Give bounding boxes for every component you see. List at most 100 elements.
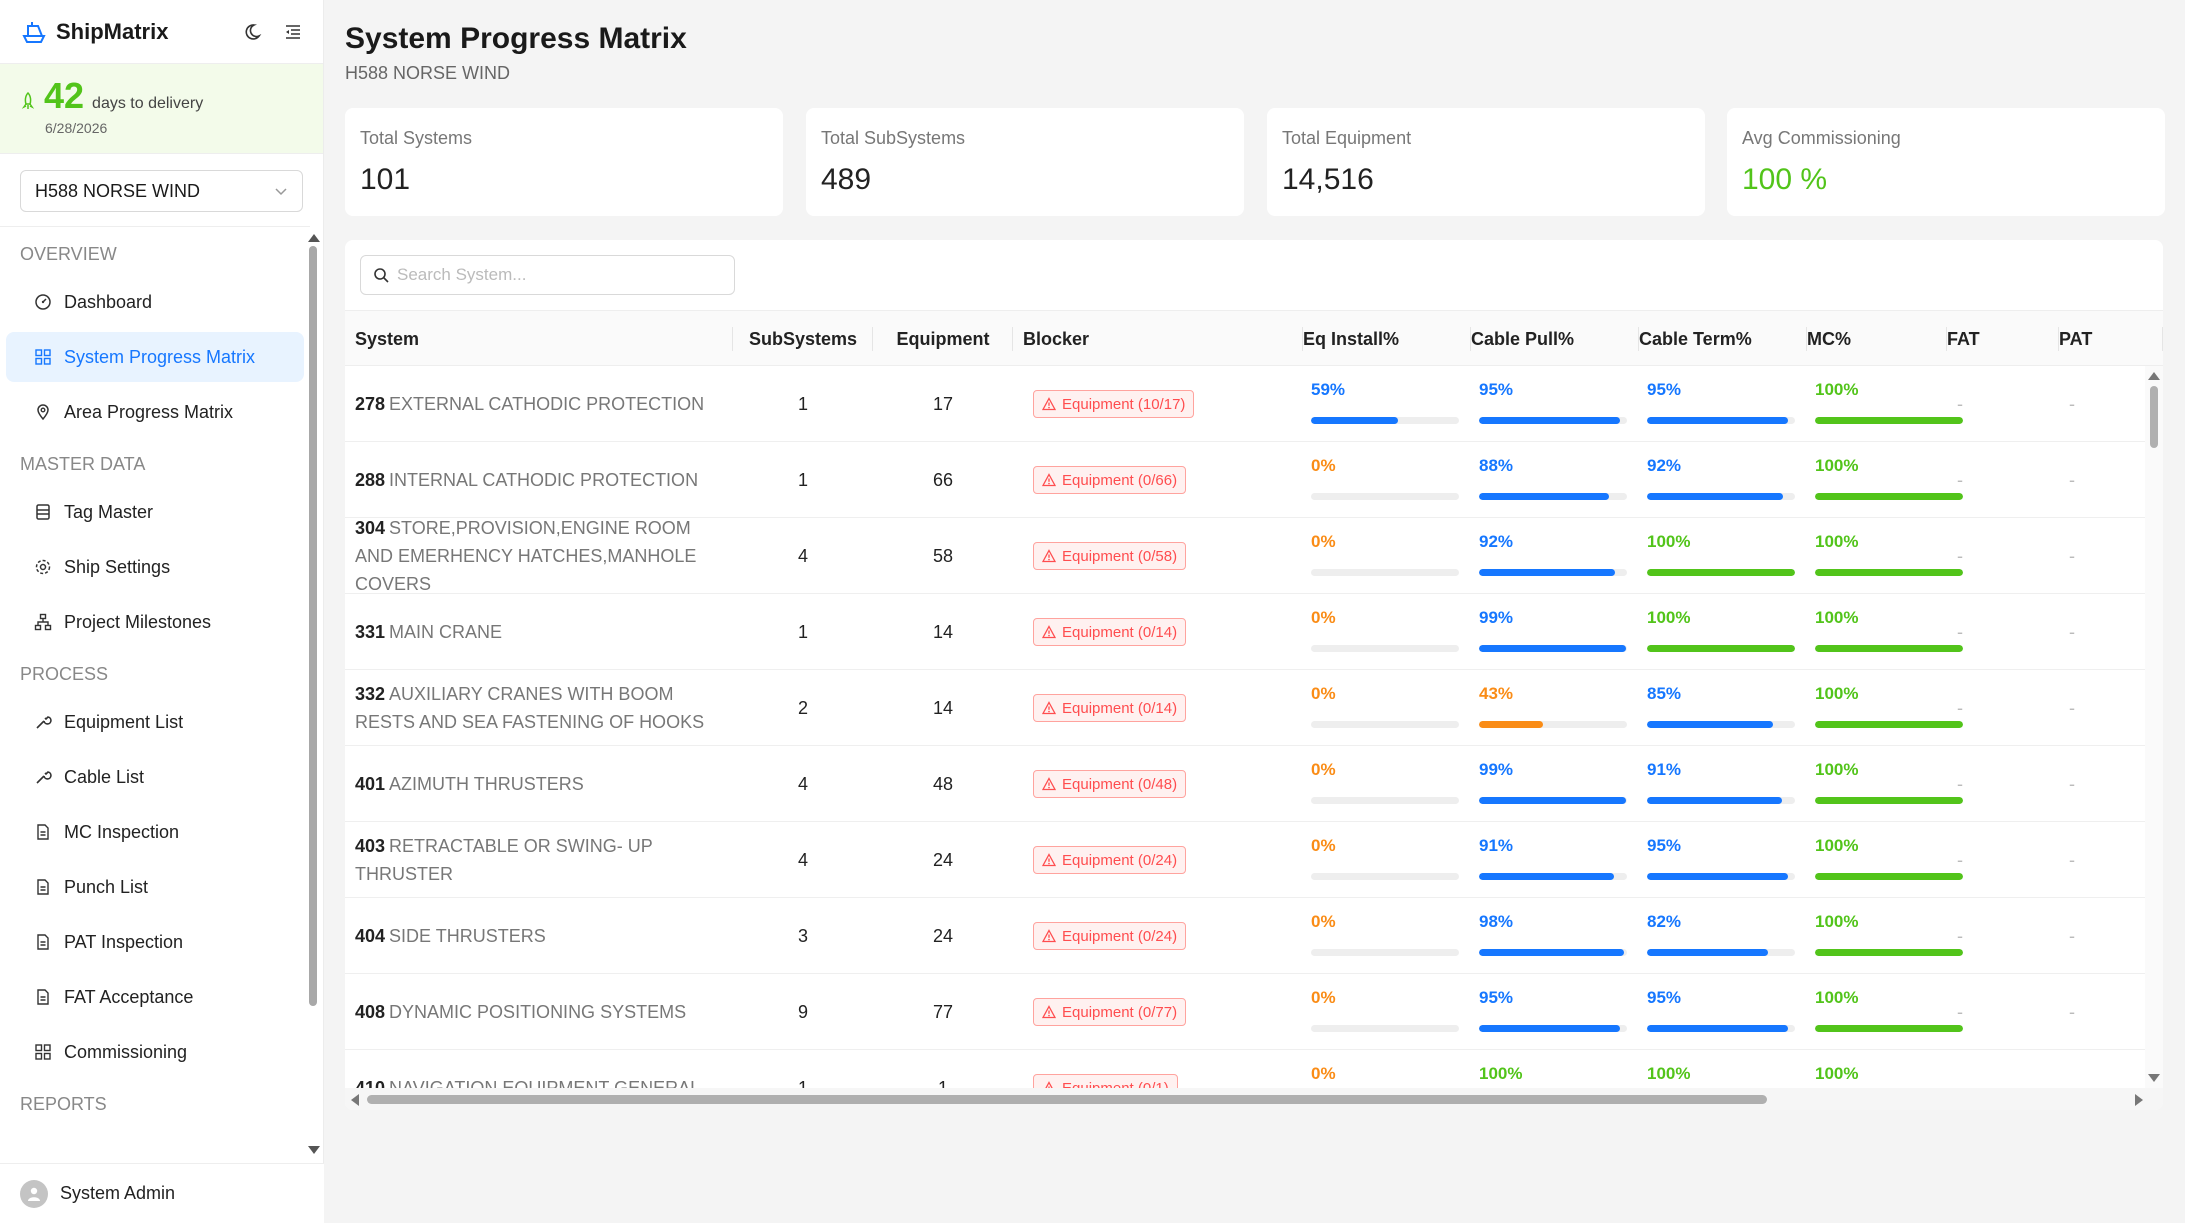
sidebar-item-system-progress-matrix[interactable]: System Progress Matrix xyxy=(6,332,304,382)
sidebar-item-label: Ship Settings xyxy=(64,556,171,577)
search-input[interactable]: Search System... xyxy=(360,255,735,295)
col-header-blocker[interactable]: Blocker xyxy=(1023,311,1303,367)
eq-install-progress-bar xyxy=(1311,873,1459,880)
system-cell: 404 SIDE THRUSTERS xyxy=(355,898,720,974)
sidebar-scrollbar[interactable] xyxy=(306,226,320,1160)
col-header-cable-pull[interactable]: Cable Pull% xyxy=(1471,311,1639,367)
table-row[interactable]: 332 AUXILIARY CRANES WITH BOOM RESTS AND … xyxy=(345,670,2145,746)
table-vertical-scrollbar[interactable] xyxy=(2145,366,2163,1088)
col-header-subsystems[interactable]: SubSystems xyxy=(733,311,873,367)
sidebar-item-equipment-list[interactable]: Equipment List xyxy=(6,697,304,747)
table-row[interactable]: 410 NAVIGATION EQUIPMENT GENERAL 1 1 Equipme… xyxy=(345,1050,2145,1088)
sidebar-item-label: Equipment List xyxy=(64,711,184,732)
subsystems-cell: 1 xyxy=(797,621,808,642)
col-header-cable-term[interactable]: Cable Term% xyxy=(1639,311,1807,367)
cable-pull-percent: 91% xyxy=(1479,836,1514,855)
blocker-badge[interactable]: Equipment (0/24) xyxy=(1033,846,1187,874)
cable-pull-percent: 99% xyxy=(1479,760,1514,779)
table-horizontal-scrollbar[interactable] xyxy=(345,1088,2163,1110)
col-header-pat[interactable]: PAT xyxy=(2059,311,2163,367)
col-header-fat[interactable]: FAT xyxy=(1947,311,2059,367)
sidebar-item-commissioning[interactable]: Commissioning xyxy=(6,1027,304,1077)
blocker-badge[interactable]: Equipment (0/24) xyxy=(1033,922,1187,950)
mc-percent: 100% xyxy=(1815,532,1859,551)
blocker-badge[interactable]: Equipment (0/58) xyxy=(1033,542,1187,570)
sidebar-scrollbar-thumb[interactable] xyxy=(309,246,317,1006)
dark-mode-moon-icon[interactable] xyxy=(245,22,265,42)
fat-cell: - xyxy=(1957,697,1963,718)
fat-cell: - xyxy=(1957,545,1963,566)
pat-cell: - xyxy=(2069,621,2075,642)
sidebar-item-cable-list[interactable]: Cable List xyxy=(6,752,304,802)
fat-cell: - xyxy=(1957,469,1963,490)
collapse-menu-icon[interactable] xyxy=(283,22,303,42)
ship-select[interactable]: H588 NORSE WIND xyxy=(20,170,303,212)
warning-triangle-icon xyxy=(1045,1081,1053,1088)
scroll-down-arrow-icon[interactable] xyxy=(308,1146,320,1154)
blocker-badge[interactable]: Equipment (0/77) xyxy=(1033,998,1187,1026)
mc-percent: 100% xyxy=(1815,760,1859,779)
cable-term-progress-fill xyxy=(1647,873,1788,880)
sidebar-item-project-milestones[interactable]: Project Milestones xyxy=(6,597,304,647)
scroll-left-arrow-icon[interactable] xyxy=(351,1094,359,1106)
table-row[interactable]: 288 INTERNAL CATHODIC PROTECTION 1 66 Equipm… xyxy=(345,442,2145,518)
blocker-badge[interactable]: Equipment (0/14) xyxy=(1033,694,1187,722)
table-row[interactable]: 404 SIDE THRUSTERS 3 24 Equipment (0/24) 0% 98… xyxy=(345,898,2145,974)
stat-label: Total Equipment xyxy=(1282,128,1412,148)
blocker-badge[interactable]: Equipment (0/1) xyxy=(1033,1074,1178,1088)
blocker-badge[interactable]: Equipment (0/66) xyxy=(1033,466,1187,494)
table-row[interactable]: 331 MAIN CRANE 1 14 Equipment (0/14) 0% 99% 100… xyxy=(345,594,2145,670)
col-header-system[interactable]: System xyxy=(355,311,733,367)
equipment-cell: 1 xyxy=(937,1077,948,1089)
col-header-eq-install[interactable]: Eq Install% xyxy=(1303,311,1471,367)
sidebar-item-label: Area Progress Matrix xyxy=(64,401,234,422)
scroll-right-arrow-icon[interactable] xyxy=(2135,1094,2143,1106)
subsystems-cell: 1 xyxy=(797,393,808,414)
table-horizontal-scrollbar-thumb[interactable] xyxy=(367,1095,1767,1104)
sidebar-item-dashboard[interactable]: Dashboard xyxy=(6,277,304,327)
stat-label: Total SubSystems xyxy=(821,128,966,148)
scroll-up-arrow-icon[interactable] xyxy=(2148,372,2160,380)
equipment-cell: 58 xyxy=(932,545,954,566)
cable-pull-progress-bar xyxy=(1479,645,1627,652)
fat-cell: - xyxy=(1957,773,1963,794)
col-header-equipment[interactable]: Equipment xyxy=(873,311,1013,367)
blocker-badge[interactable]: Equipment (0/14) xyxy=(1033,618,1187,646)
table-row[interactable]: 304 STORE,PROVISION,ENGINE ROOM AND EMERH… xyxy=(345,518,2145,594)
dashboard-gauge-icon xyxy=(35,294,51,310)
sidebar-item-area-progress-matrix[interactable]: Area Progress Matrix xyxy=(6,387,304,437)
blocker-badge[interactable]: Equipment (0/48) xyxy=(1033,770,1187,798)
cable-term-progress-fill xyxy=(1647,797,1782,804)
stat-value: 489 xyxy=(821,163,872,196)
sidebar-item-ship-settings[interactable]: Ship Settings xyxy=(6,542,304,592)
blocker-badge[interactable]: Equipment (10/17) xyxy=(1033,390,1195,418)
stat-card-total-equipment: Total Equipment 14,516 xyxy=(1267,108,1705,216)
equipment-cell: 77 xyxy=(932,1001,954,1022)
scroll-down-arrow-icon[interactable] xyxy=(2148,1074,2160,1082)
user-profile[interactable]: System Admin xyxy=(0,1163,324,1223)
cable-pull-progress-bar xyxy=(1479,949,1627,956)
scroll-up-arrow-icon[interactable] xyxy=(308,234,320,242)
cable-term-percent: 82% xyxy=(1647,912,1682,931)
system-name: EXTERNAL CATHODIC PROTECTION xyxy=(389,394,705,414)
sidebar-item-fat-acceptance[interactable]: FAT Acceptance xyxy=(6,972,304,1022)
system-code: 404 xyxy=(355,926,386,946)
sidebar-item-punch-list[interactable]: Punch List xyxy=(6,862,304,912)
pat-cell: - xyxy=(2069,849,2075,870)
cable-pull-progress-fill xyxy=(1479,721,1543,728)
cable-term-progress-bar xyxy=(1647,569,1795,576)
mc-progress-fill xyxy=(1815,721,1963,728)
sidebar-item-tag-master[interactable]: Tag Master xyxy=(6,487,304,537)
table-vertical-scrollbar-thumb[interactable] xyxy=(2150,386,2158,448)
wrench-icon xyxy=(36,771,52,784)
eq-install-percent: 0% xyxy=(1311,988,1336,1007)
table-row[interactable]: 278 EXTERNAL CATHODIC PROTECTION 1 17 Equipm… xyxy=(345,366,2145,442)
sidebar-item-pat-inspection[interactable]: PAT Inspection xyxy=(6,917,304,967)
cable-pull-percent: 95% xyxy=(1479,380,1514,399)
sidebar-item-label: Commissioning xyxy=(64,1041,188,1062)
sidebar-item-mc-inspection[interactable]: MC Inspection xyxy=(6,807,304,857)
table-row[interactable]: 403 RETRACTABLE OR SWING- UP THRUSTER 4 24 E… xyxy=(345,822,2145,898)
col-header-mc[interactable]: MC% xyxy=(1807,311,1947,367)
table-row[interactable]: 408 DYNAMIC POSITIONING SYSTEMS 9 77 Equipme… xyxy=(345,974,2145,1050)
table-row[interactable]: 401 AZIMUTH THRUSTERS 4 48 Equipment (0/48) 0… xyxy=(345,746,2145,822)
